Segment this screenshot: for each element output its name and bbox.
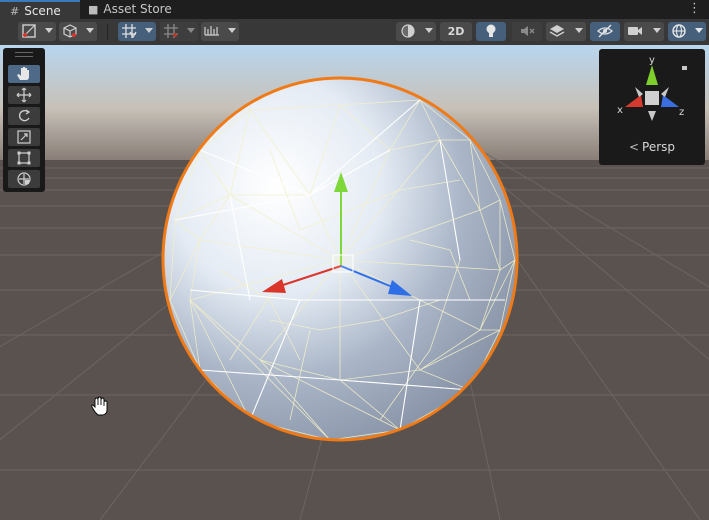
toggle-2d-label: 2D <box>447 25 465 38</box>
render-mode-dropdown[interactable] <box>396 22 436 41</box>
axis-gizmo[interactable]: y x z <box>599 49 705 139</box>
lock-icon[interactable] <box>682 66 687 70</box>
x-axis-label: x <box>617 105 623 116</box>
sphere-shading-icon <box>401 24 415 38</box>
z-axis-label: z <box>679 107 684 118</box>
scale-icon <box>17 130 31 144</box>
rect-tool[interactable] <box>8 149 40 167</box>
move-tool[interactable] <box>8 86 40 104</box>
grid-icon <box>164 24 178 38</box>
audio-muted-icon <box>521 26 535 36</box>
grid-snapping-toggle[interactable] <box>118 22 156 41</box>
y-axis-label: y <box>649 55 655 66</box>
shading-mode-dropdown[interactable] <box>18 22 56 41</box>
y-cone[interactable] <box>646 65 658 85</box>
rotate-tool[interactable] <box>8 107 40 125</box>
rotate-icon <box>19 109 31 122</box>
tab-scene[interactable]: # Scene <box>0 0 80 19</box>
tab-asset-store-label: Asset Store <box>103 2 172 16</box>
lighting-toggle[interactable] <box>476 22 506 41</box>
transform-icon <box>17 172 31 186</box>
scene-camera-dropdown[interactable] <box>624 22 664 41</box>
move-icon <box>16 87 32 103</box>
hidden-objects-toggle[interactable] <box>590 22 620 41</box>
grid-size-dropdown[interactable] <box>160 22 198 41</box>
rect-transform-icon <box>17 151 31 165</box>
draw-mode-dropdown[interactable] <box>59 22 97 41</box>
tab-bar: # Scene ■ Asset Store ⋮ <box>0 0 709 19</box>
increment-snapping-dropdown[interactable] <box>201 22 239 41</box>
eye-off-icon <box>597 24 613 38</box>
layers-icon <box>549 25 565 37</box>
center-cube[interactable] <box>645 91 659 105</box>
scene-toolbar: 2D <box>0 19 709 46</box>
projection-toggle[interactable]: < Persp <box>599 140 705 154</box>
effects-dropdown[interactable] <box>546 22 586 41</box>
tools-overlay <box>3 48 45 192</box>
overlay-grip[interactable] <box>15 52 33 57</box>
neg-z-cone[interactable] <box>635 87 643 97</box>
toggle-2d-button[interactable]: 2D <box>440 22 472 41</box>
audio-toggle[interactable] <box>512 22 542 41</box>
neg-y-cone[interactable] <box>648 111 656 121</box>
neg-x-cone[interactable] <box>661 87 669 97</box>
tab-scene-label: Scene <box>24 4 61 18</box>
hand-icon <box>17 67 29 80</box>
transform-tool[interactable] <box>8 170 40 188</box>
scale-tool[interactable] <box>8 128 40 146</box>
grid-snap-icon <box>122 24 137 39</box>
shaded-wireframe-icon <box>22 24 36 38</box>
gizmos-dropdown[interactable] <box>668 22 706 41</box>
ruler-icon <box>204 26 219 36</box>
center-handle[interactable] <box>332 254 354 273</box>
more-vertical-icon[interactable]: ⋮ <box>688 0 701 17</box>
orientation-gizmo[interactable]: y x z < Persp <box>599 49 705 165</box>
projection-label: Persp <box>642 140 676 154</box>
globe-icon <box>672 24 686 38</box>
hand-tool[interactable] <box>8 65 40 83</box>
shopping-bag-icon: ■ <box>88 3 99 16</box>
z-cone[interactable] <box>661 95 679 107</box>
camera-icon <box>628 27 642 35</box>
lightbulb-icon <box>486 24 496 37</box>
cube-icon <box>63 24 77 38</box>
perspective-icon: < <box>628 140 640 154</box>
x-cone[interactable] <box>625 95 643 107</box>
tab-asset-store[interactable]: ■ Asset Store <box>88 0 188 19</box>
